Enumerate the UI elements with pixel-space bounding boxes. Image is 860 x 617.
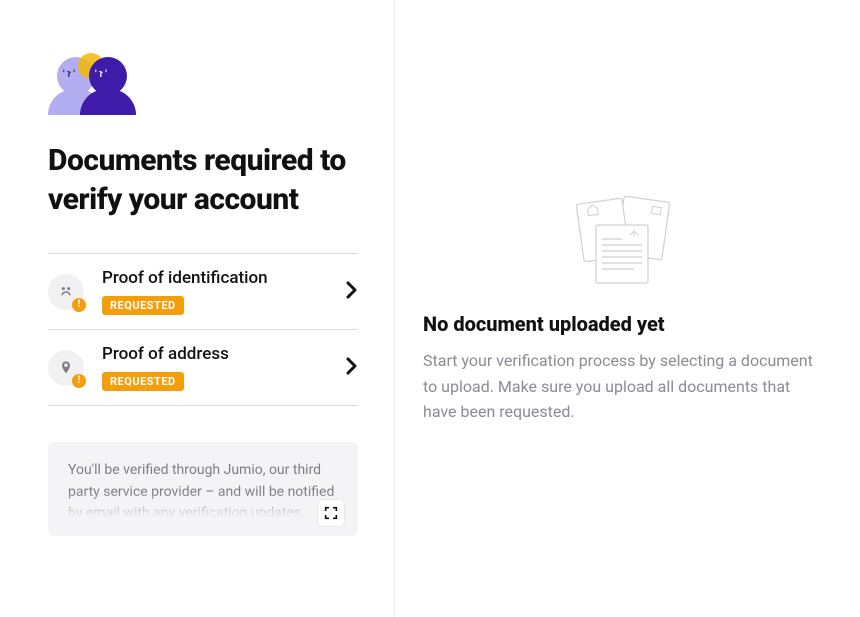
doc-item-proof-of-address[interactable]: ! Proof of address REQUESTED: [48, 330, 358, 406]
people-illustration: ' ז ' ' ז ': [48, 45, 143, 115]
empty-state-title: No document uploaded yet: [423, 312, 665, 336]
status-badge: REQUESTED: [102, 296, 184, 315]
page-title: Documents required to verify your accoun…: [48, 141, 358, 219]
id-icon: !: [48, 274, 84, 310]
documents-illustration: [423, 195, 820, 290]
alert-badge-icon: !: [72, 374, 86, 388]
empty-state-description: Start your verification process by selec…: [423, 348, 820, 425]
doc-title: Proof of address: [102, 344, 328, 364]
verification-notice: You'll be verified through Jumio, our th…: [48, 442, 358, 536]
document-list: ! Proof of identification REQUESTED !: [48, 253, 358, 406]
chevron-right-icon: [346, 280, 358, 304]
doc-item-proof-of-identification[interactable]: ! Proof of identification REQUESTED: [48, 254, 358, 330]
verification-page: ' ז ' ' ז ' Documents required to verify…: [0, 0, 860, 617]
requirements-panel: ' ז ' ' ז ' Documents required to verify…: [0, 0, 395, 617]
doc-title: Proof of identification: [102, 268, 328, 288]
notice-text: You'll be verified through Jumio, our th…: [68, 460, 338, 518]
expand-icon: [323, 505, 339, 521]
upload-panel: No document uploaded yet Start your veri…: [395, 0, 860, 617]
status-badge: REQUESTED: [102, 372, 184, 391]
location-pin-icon: !: [48, 350, 84, 386]
alert-badge-icon: !: [72, 298, 86, 312]
chevron-right-icon: [346, 356, 358, 380]
expand-button[interactable]: [318, 500, 344, 526]
